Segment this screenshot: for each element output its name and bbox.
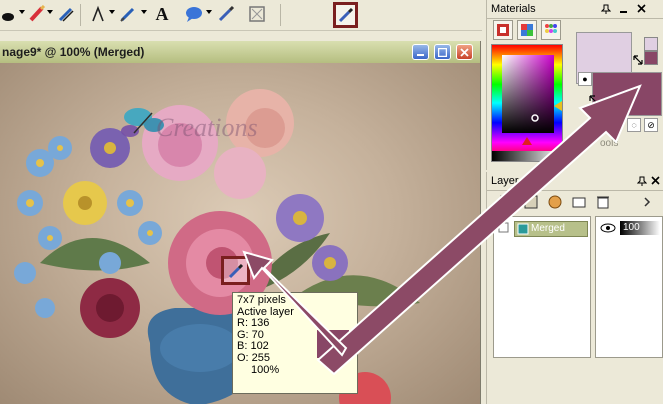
chevron-down-icon[interactable] [206, 10, 212, 14]
solid-color-button[interactable]: ● [600, 118, 614, 132]
pen-icon[interactable] [88, 4, 108, 24]
minimize-button[interactable] [412, 44, 429, 60]
clone-brush-icon[interactable] [56, 4, 76, 24]
solid-color-button[interactable]: ● [578, 72, 592, 86]
layer-row-merged[interactable]: Merged [514, 221, 588, 237]
close-button[interactable] [456, 44, 473, 60]
delete-layer-button[interactable] [593, 192, 613, 212]
shape-icon[interactable] [118, 4, 138, 24]
transparent-button[interactable]: ⊘ [644, 118, 658, 132]
all-tools-label: ools [600, 138, 619, 149]
raster-layer-icon [517, 223, 529, 235]
close-icon [460, 47, 469, 57]
chevron-right-icon [644, 197, 651, 207]
dropper-tool-button[interactable] [333, 2, 358, 28]
layer-name: Merged [531, 223, 565, 234]
toolbar-divider [280, 4, 281, 26]
opacity-slider[interactable]: 100 [620, 221, 660, 235]
saturation-box[interactable] [502, 55, 554, 133]
balloon-icon[interactable] [184, 4, 204, 24]
adjustment-layer-button[interactable] [545, 192, 565, 212]
layers-titlebar: Layer [487, 172, 663, 191]
text-icon[interactable]: A [152, 4, 172, 24]
maximize-icon [438, 47, 447, 57]
layer-list[interactable]: Merged [493, 216, 591, 358]
grayscale-strip[interactable] [492, 151, 562, 161]
background-mini-swatch[interactable] [644, 51, 658, 65]
brush-icon[interactable] [0, 4, 20, 24]
materials-title: Materials [491, 3, 536, 15]
chevron-down-icon[interactable] [141, 10, 147, 14]
new-layer-icon [500, 195, 514, 209]
frame-tab-icon [497, 24, 509, 36]
watermark-text: Creations [156, 113, 258, 142]
eye-icon[interactable] [600, 222, 616, 234]
texture-button[interactable]: ◌ [627, 118, 641, 132]
opacity-value: 100 [623, 222, 640, 233]
expand-icon[interactable] [498, 222, 510, 234]
mask-icon [524, 195, 538, 209]
folder-icon [572, 197, 586, 208]
foreground-mini-swatch[interactable] [644, 37, 658, 51]
color-picker[interactable] [491, 44, 563, 162]
minimize-icon[interactable] [619, 4, 629, 14]
pick-location-marker [221, 256, 250, 285]
swap-colors-icon[interactable] [632, 54, 644, 66]
zoom-value: 100% [251, 363, 280, 376]
layers-title: Layer [491, 175, 519, 187]
materials-titlebar: Materials [487, 0, 663, 19]
document-title: nage9* @ 100% (Merged) [2, 45, 145, 59]
toolbar-divider [80, 4, 81, 26]
trash-icon [597, 196, 609, 209]
layer-properties-button[interactable] [637, 192, 657, 212]
chevron-down-icon[interactable] [47, 10, 53, 14]
layer-properties: 100 [595, 216, 663, 358]
picker-cursor-icon [531, 114, 539, 122]
tab-spectrum[interactable] [517, 20, 537, 40]
sample-size-text: 7x7 pixels [237, 294, 286, 306]
pin-icon[interactable] [637, 176, 647, 186]
hue-arrow-icon [554, 101, 562, 111]
tab-frame[interactable] [493, 20, 513, 40]
new-mask-button[interactable] [521, 192, 541, 212]
swatches-tab-icon [545, 24, 557, 33]
maximize-button[interactable] [434, 44, 451, 60]
red-arrow-icon [522, 137, 532, 145]
minimize-icon [417, 53, 424, 56]
dropper-icon[interactable] [216, 4, 236, 24]
document-window: nage9* @ 100% (Merged) Creations 7x7 pix… [0, 41, 481, 404]
close-icon[interactable] [651, 176, 661, 186]
picture-tube-icon[interactable] [247, 4, 267, 24]
swap-colors-icon[interactable] [588, 94, 602, 108]
close-icon[interactable] [637, 4, 647, 14]
tab-swatches[interactable] [541, 20, 561, 40]
adjustment-icon [548, 195, 562, 209]
dropper-icon [338, 7, 353, 23]
new-layer-button[interactable] [497, 192, 517, 212]
background-color-swatch[interactable] [592, 72, 662, 116]
layer-group-button[interactable] [569, 192, 589, 212]
chevron-down-icon[interactable] [109, 10, 115, 14]
top-toolbar: A [0, 0, 482, 31]
paint-brush-icon[interactable] [27, 4, 47, 24]
layers-panel: Layer Merged 100 [486, 172, 663, 404]
dropper-icon [228, 263, 243, 278]
chevron-down-icon[interactable] [19, 10, 25, 14]
document-titlebar[interactable]: nage9* @ 100% (Merged) [0, 41, 480, 64]
picked-color-swatch [317, 330, 349, 358]
spectrum-tab-icon [521, 24, 533, 36]
pin-icon[interactable] [601, 4, 611, 14]
